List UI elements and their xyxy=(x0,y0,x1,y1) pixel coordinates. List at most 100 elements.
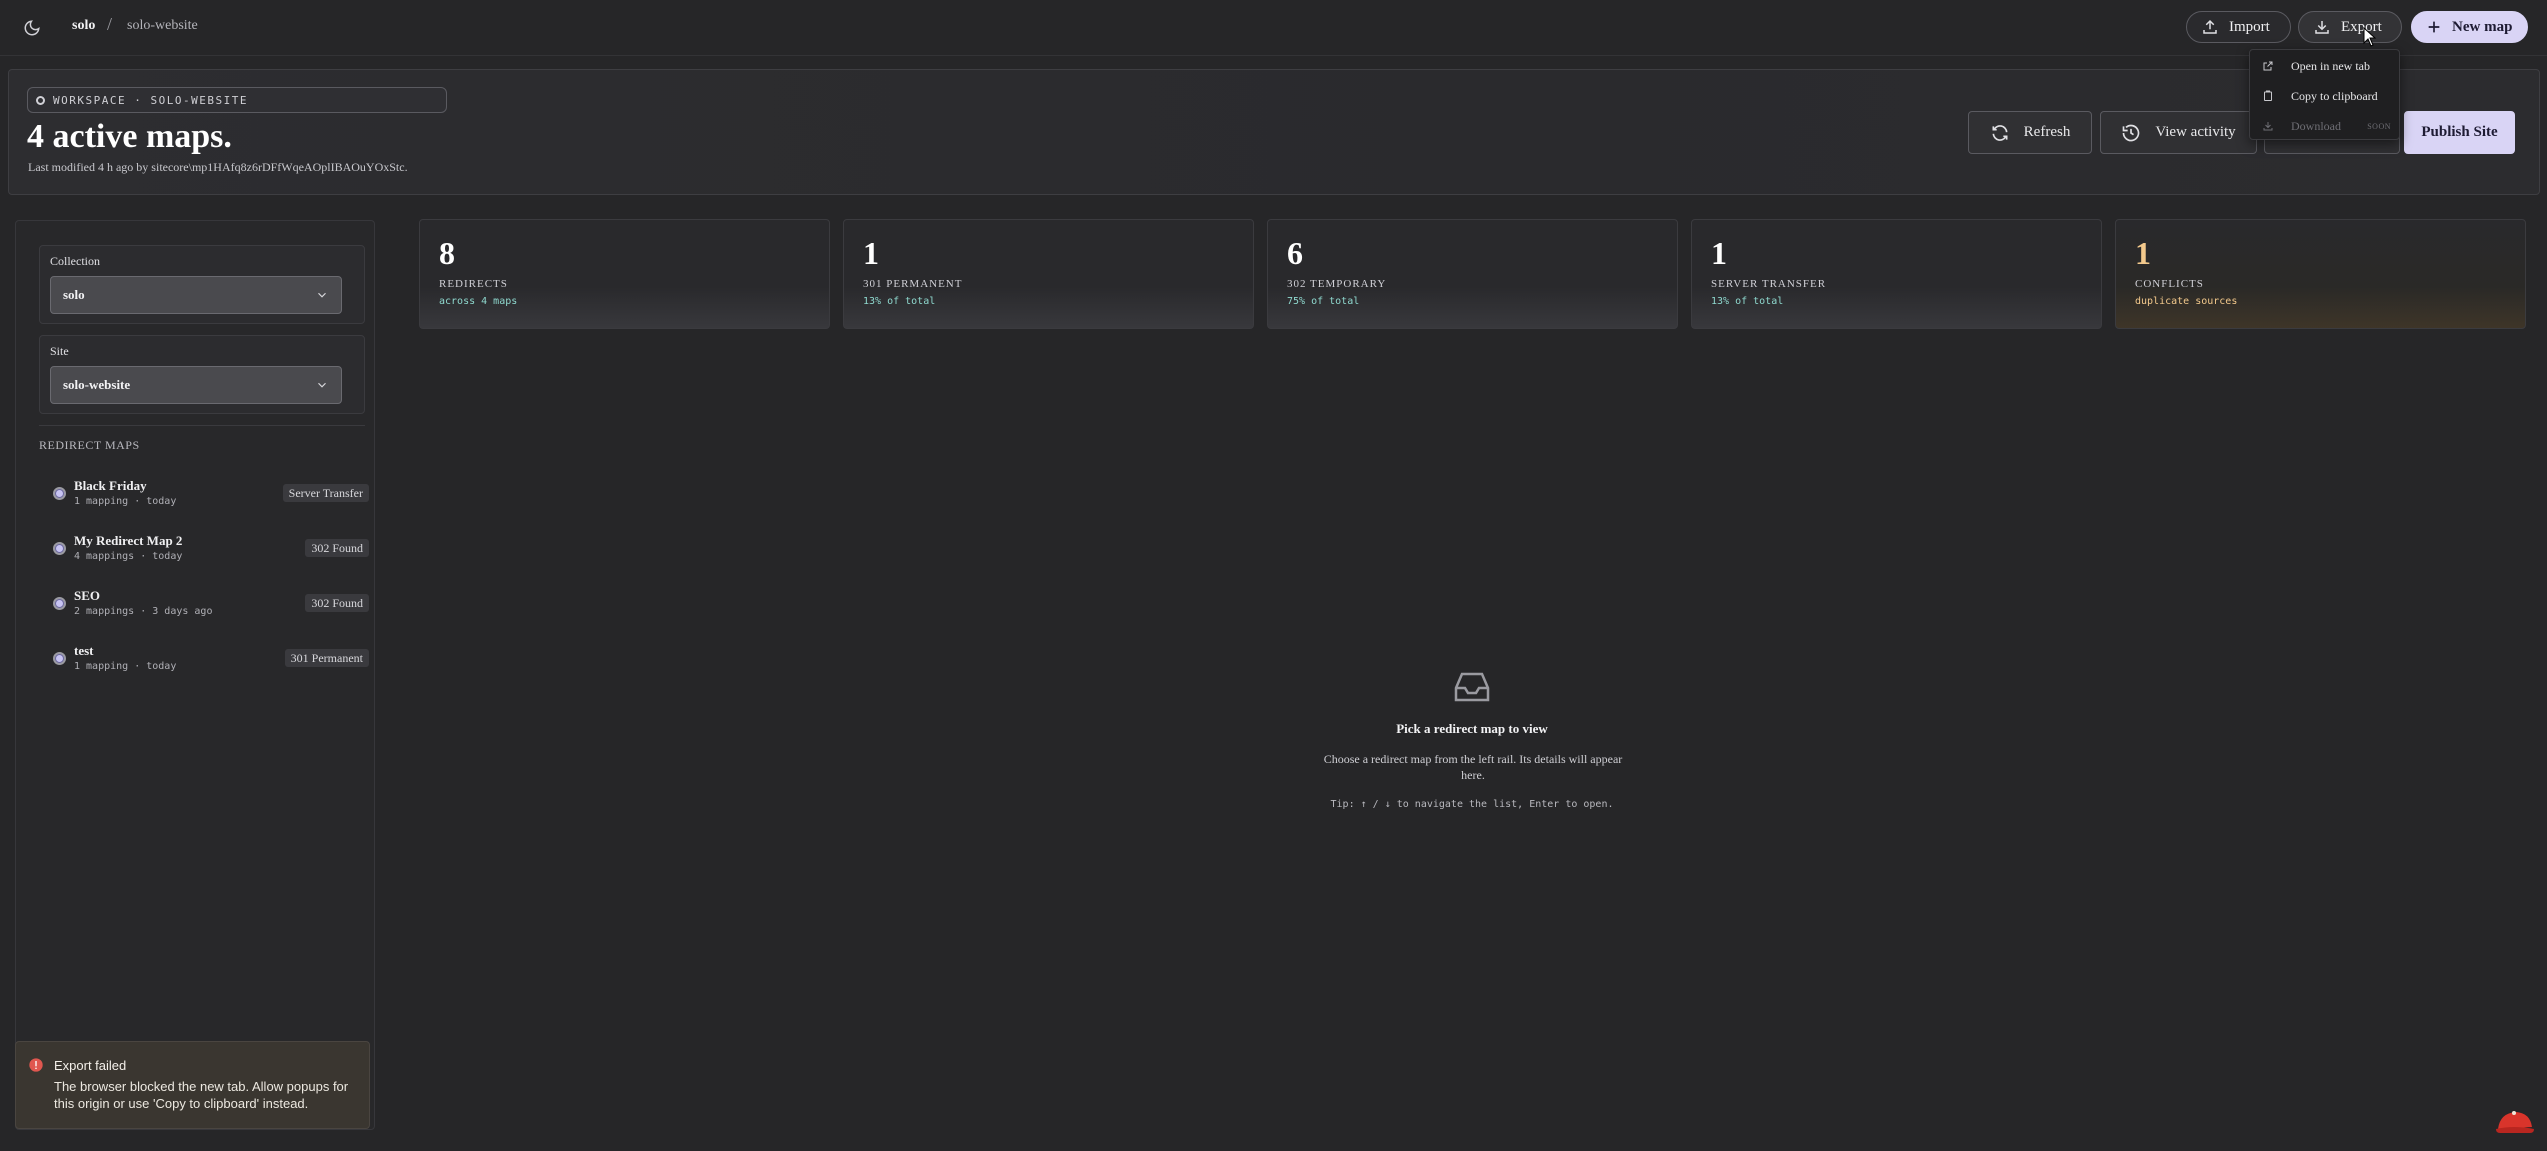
stat-label: SERVER TRANSFER xyxy=(1711,278,1827,290)
map-name: Black Friday xyxy=(74,478,147,493)
redirect-maps-heading: REDIRECT MAPS xyxy=(39,438,140,452)
view-activity-label: View activity xyxy=(2155,124,2236,140)
stat-value: 1 xyxy=(1711,235,1727,271)
radio-icon xyxy=(53,487,66,500)
collection-value: solo xyxy=(63,287,85,302)
mouse-cursor-icon xyxy=(2363,27,2377,47)
stat-card-redirects: 8 REDIRECTS across 4 maps xyxy=(419,219,830,329)
workspace-pill: WORKSPACE · SOLO-WEBSITE xyxy=(27,87,447,113)
map-type-badge: Server Transfer xyxy=(282,484,369,502)
stat-note: duplicate sources xyxy=(2135,296,2238,307)
clipboard-icon xyxy=(2264,90,2272,101)
chevron-down-icon xyxy=(318,292,326,298)
site-select[interactable]: solo-website xyxy=(50,366,342,404)
toast-message: The browser blocked the new tab. Allow p… xyxy=(54,1079,349,1111)
error-toast: Export failed The browser blocked the ne… xyxy=(15,1041,370,1129)
empty-state-title: Pick a redirect map to view xyxy=(1396,721,1548,736)
map-type-badge: 302 Found xyxy=(305,539,369,557)
map-list-item[interactable]: My Redirect Map 2 4 mappings · today 302… xyxy=(39,533,369,573)
stat-card-server-transfer: 1 SERVER TRANSFER 13% of total xyxy=(1691,219,2102,329)
menu-item-copy-clipboard[interactable]: Copy to clipboard xyxy=(2250,82,2401,110)
menu-item-download-disabled: Download SOON xyxy=(2250,112,2401,140)
import-label: Import xyxy=(2229,18,2270,35)
stat-card-301: 1 301 PERMANENT 13% of total xyxy=(843,219,1254,329)
stat-note: 75% of total xyxy=(1287,296,1360,307)
stat-note: 13% of total xyxy=(863,296,936,307)
site-field: Site solo-website xyxy=(39,335,365,414)
history-icon xyxy=(2122,124,2140,141)
stat-note: 13% of total xyxy=(1711,296,1784,307)
refresh-label: Refresh xyxy=(2023,124,2071,140)
stat-note: across 4 maps xyxy=(439,296,518,307)
stat-label: REDIRECTS xyxy=(439,278,508,290)
map-name: My Redirect Map 2 xyxy=(74,533,183,548)
stat-card-conflicts: 1 CONFLICTS duplicate sources xyxy=(2115,219,2526,329)
chevron-down-icon xyxy=(318,382,326,388)
breadcrumb-collection[interactable]: solo xyxy=(72,18,95,34)
workspace-header: WORKSPACE · SOLO-WEBSITE 4 active maps. … xyxy=(8,69,2540,195)
empty-state-description: Choose a redirect map from the left rail… xyxy=(1323,752,1623,782)
publish-site-label: Publish Site xyxy=(2421,124,2498,140)
workspace-label: WORKSPACE · SOLO-WEBSITE xyxy=(53,93,248,107)
download-icon xyxy=(2315,21,2329,34)
import-button[interactable]: Import xyxy=(2186,11,2291,43)
stat-value: 8 xyxy=(439,235,455,271)
menu-item-label: Copy to clipboard xyxy=(2291,88,2378,103)
map-meta: 1 mapping · today xyxy=(74,661,177,672)
collection-field: Collection solo xyxy=(39,245,365,324)
site-value: solo-website xyxy=(63,377,131,392)
page-title: 4 active maps. xyxy=(27,118,232,155)
cap-mascot-icon[interactable] xyxy=(2494,1107,2536,1137)
upload-icon xyxy=(2203,19,2217,34)
radio-icon xyxy=(53,597,66,610)
stat-label: CONFLICTS xyxy=(2135,278,2204,290)
map-meta: 1 mapping · today xyxy=(74,496,177,507)
map-list-item[interactable]: Black Friday 1 mapping · today Server Tr… xyxy=(39,478,369,518)
stat-label: 302 TEMPORARY xyxy=(1287,278,1387,290)
map-name: test xyxy=(74,643,94,658)
empty-state-tip: Tip: ↑ / ↓ to navigate the list, Enter t… xyxy=(1330,799,1614,810)
site-label: Site xyxy=(50,344,69,358)
menu-item-label: Download xyxy=(2291,118,2341,133)
top-bar: solo / solo-website Import Export New ma… xyxy=(0,0,2547,56)
breadcrumb-site[interactable]: solo-website xyxy=(127,18,198,34)
external-link-icon xyxy=(2263,61,2273,71)
map-list-item[interactable]: SEO 2 mappings · 3 days ago 302 Found xyxy=(39,588,369,628)
collection-label: Collection xyxy=(50,254,100,268)
divider xyxy=(39,425,365,426)
breadcrumb-separator: / xyxy=(107,14,113,34)
map-meta: 2 mappings · 3 days ago xyxy=(74,606,213,617)
menu-item-label: Open in new tab xyxy=(2291,58,2370,73)
stat-label: 301 PERMANENT xyxy=(863,278,963,290)
new-map-button[interactable]: New map xyxy=(2411,11,2528,43)
radio-icon xyxy=(53,542,66,555)
left-rail: Collection solo Site solo-website REDIRE… xyxy=(15,220,375,1130)
map-type-badge: 302 Found xyxy=(305,594,369,612)
map-meta: 4 mappings · today xyxy=(74,551,183,562)
theme-toggle-moon-icon[interactable] xyxy=(20,16,44,40)
export-button[interactable]: Export xyxy=(2298,11,2402,43)
toast-title: Export failed xyxy=(54,1058,127,1073)
map-type-badge: 301 Permanent xyxy=(284,649,369,667)
stat-value: 1 xyxy=(2135,235,2151,271)
collection-select[interactable]: solo xyxy=(50,276,342,314)
inbox-icon xyxy=(1454,672,1490,702)
stat-value: 1 xyxy=(863,235,879,271)
stat-value: 6 xyxy=(1287,235,1303,271)
view-activity-button[interactable]: View activity xyxy=(2100,111,2257,154)
radio-icon xyxy=(53,652,66,665)
map-name: SEO xyxy=(74,588,101,603)
last-modified-text: Last modified 4 h ago by sitecore\mp1HAf… xyxy=(28,160,408,174)
plus-icon xyxy=(2428,21,2440,33)
publish-site-button[interactable]: Publish Site xyxy=(2404,111,2515,154)
new-map-label: New map xyxy=(2452,18,2513,35)
download-icon xyxy=(2263,122,2273,131)
workspace-dot-icon xyxy=(36,95,45,105)
menu-item-open-new-tab[interactable]: Open in new tab xyxy=(2250,52,2401,80)
export-dropdown-menu: Open in new tab Copy to clipboard Downlo… xyxy=(2249,49,2400,140)
error-icon xyxy=(29,1058,43,1072)
refresh-button[interactable]: Refresh xyxy=(1968,111,2092,154)
map-list-item[interactable]: test 1 mapping · today 301 Permanent xyxy=(39,643,369,683)
stat-card-302: 6 302 TEMPORARY 75% of total xyxy=(1267,219,1678,329)
soon-tag: SOON xyxy=(2367,121,2391,131)
